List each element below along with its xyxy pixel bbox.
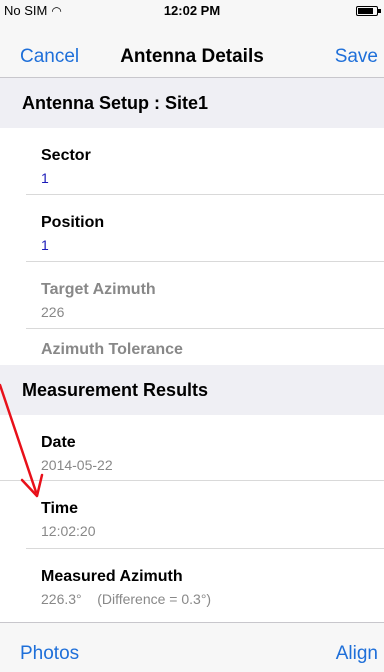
section-header-measurement-results: Measurement Results [0,365,384,415]
position-label: Position [41,214,105,231]
save-button[interactable]: Save [335,46,378,68]
bottom-toolbar: Photos Align [0,622,384,672]
target-azimuth-value: 226 [41,304,65,320]
measured-azimuth-cell: Measured Azimuth 226.3° (Difference = 0.… [0,549,384,622]
status-bar: No SIM ◠ 12:02 PM [0,0,384,22]
time-cell: Time 12:02:20 [0,481,384,549]
azimuth-tolerance-label: Azimuth Tolerance [41,341,183,358]
battery-nub [378,9,381,13]
navigation-bar: Cancel Antenna Details Save [0,22,384,78]
position-cell[interactable]: Position 1 [0,195,384,262]
battery-icon [356,6,381,16]
section-header-antenna-setup: Antenna Setup : Site1 [0,78,384,128]
position-value: 1 [41,237,49,253]
measured-azimuth-value: 226.3° (Difference = 0.3°) [41,591,212,607]
sector-cell[interactable]: Sector 1 [0,128,384,195]
align-button[interactable]: Align [336,643,378,665]
target-azimuth-label: Target Azimuth [41,281,156,298]
sector-label: Sector [41,147,91,164]
target-azimuth-cell: Target Azimuth 226 [0,262,384,329]
time-value: 12:02:20 [41,523,96,539]
battery-fill [358,8,373,14]
date-label: Date [41,434,76,451]
status-time: 12:02 PM [163,3,221,18]
date-value: 2014-05-22 [41,457,113,473]
measured-azimuth-label: Measured Azimuth [41,568,183,585]
cancel-button[interactable]: Cancel [20,46,79,68]
photos-button[interactable]: Photos [20,643,79,665]
azimuth-tolerance-cell: Azimuth Tolerance [0,329,384,365]
sector-value: 1 [41,170,49,186]
time-label: Time [41,500,79,517]
date-cell: Date 2014-05-22 [0,415,384,481]
